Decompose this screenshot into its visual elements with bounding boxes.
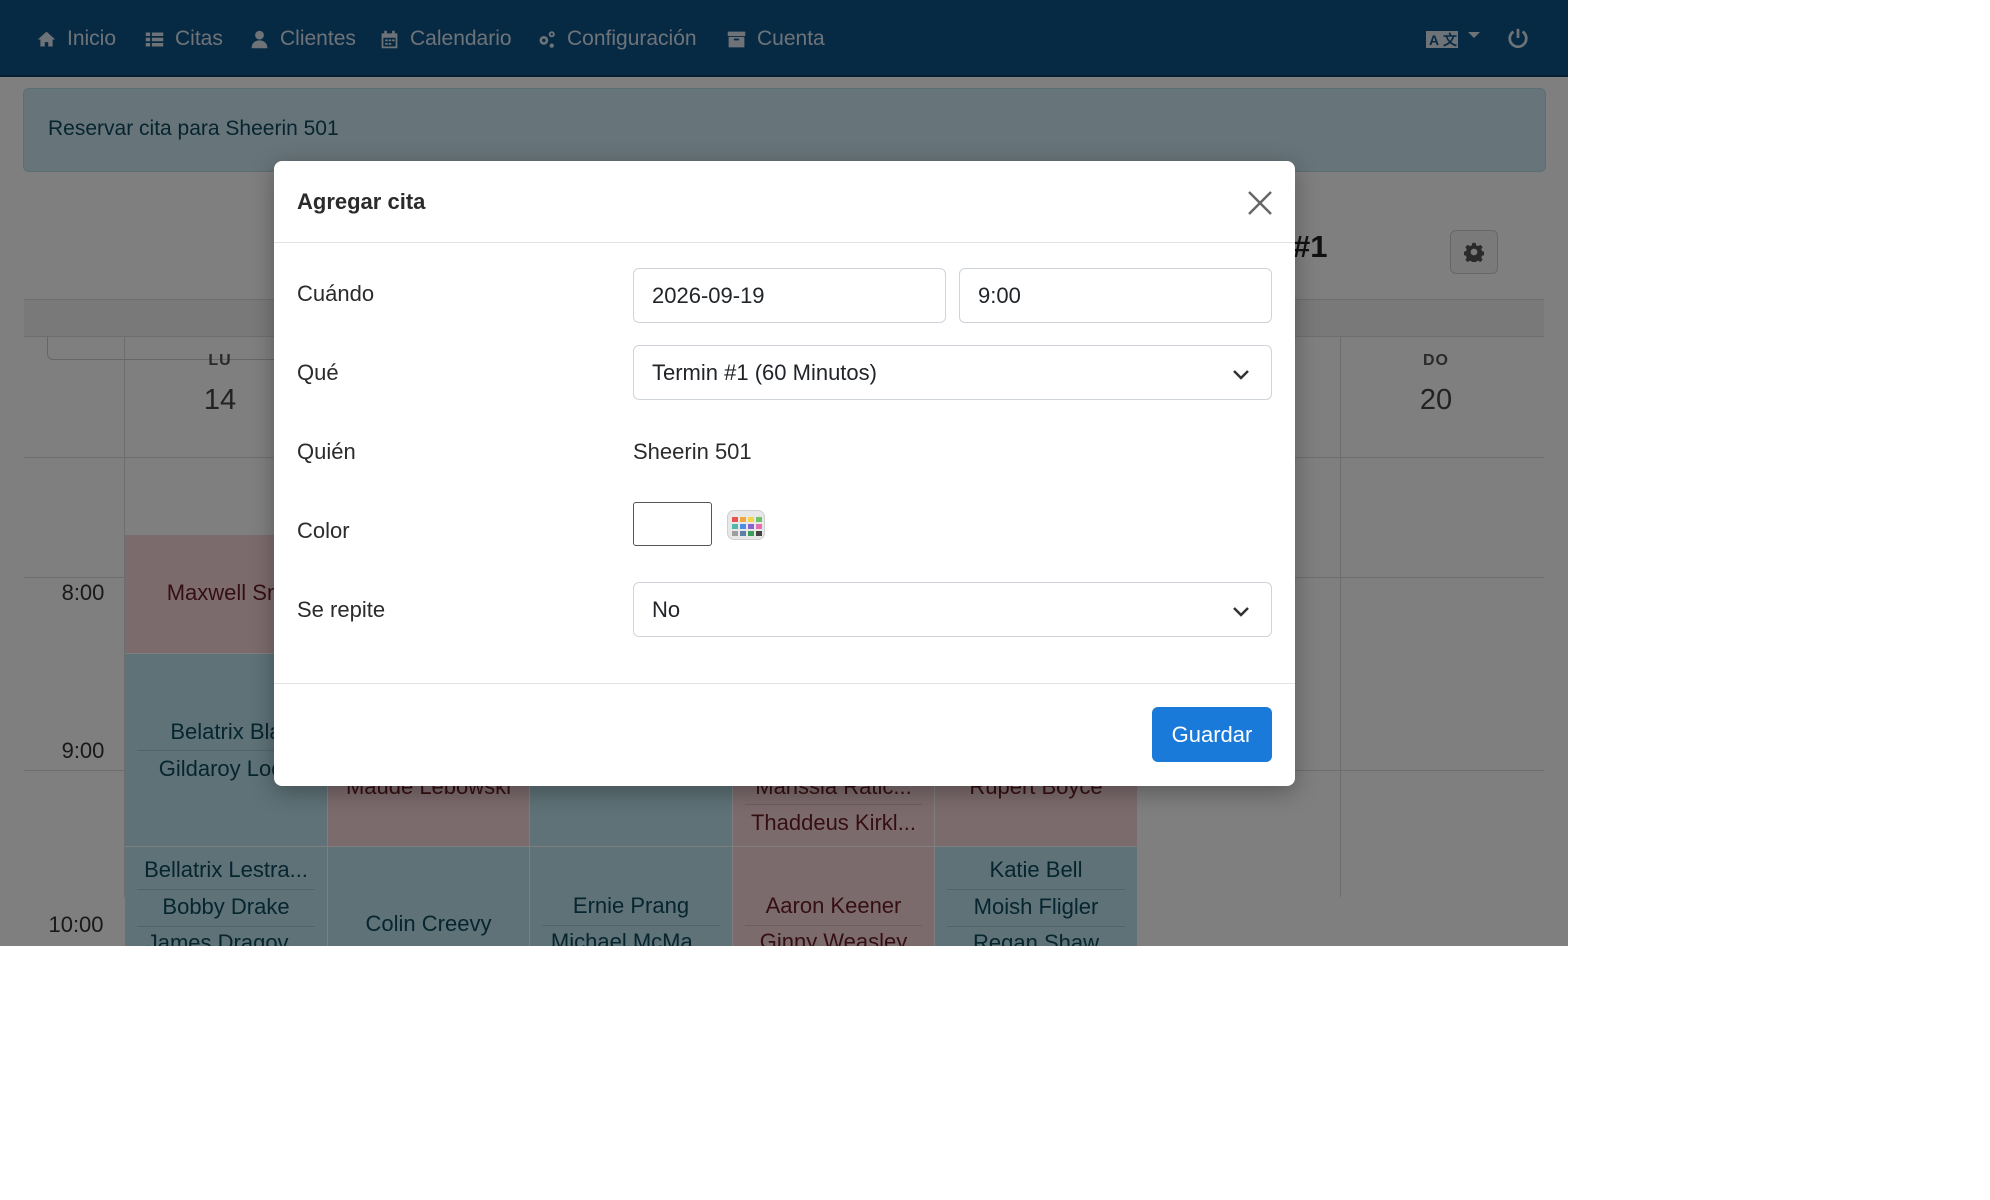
- add-appointment-modal: Agregar cita Cuándo 2026-09-19 9:00 Qué …: [274, 161, 1295, 786]
- modal-footer-divider: [274, 683, 1295, 684]
- repeat-select[interactable]: No: [633, 582, 1272, 637]
- save-button[interactable]: Guardar: [1152, 707, 1272, 762]
- color-input[interactable]: [633, 502, 712, 546]
- what-label: Qué: [297, 360, 339, 385]
- modal-header-divider: [274, 242, 1295, 243]
- service-select-value: Termin #1 (60 Minutos): [652, 359, 877, 385]
- color-palette-icon[interactable]: [727, 510, 765, 540]
- when-label: Cuándo: [297, 281, 375, 306]
- close-icon: [1248, 191, 1272, 215]
- date-input[interactable]: 2026-09-19: [633, 268, 946, 323]
- service-select[interactable]: Termin #1 (60 Minutos): [633, 345, 1272, 400]
- color-label: Color: [297, 518, 350, 543]
- chevron-down-icon: [1231, 601, 1251, 619]
- who-value: Sheerin 501: [633, 439, 752, 464]
- repeat-select-value: No: [652, 596, 681, 622]
- chevron-down-icon: [1231, 364, 1251, 382]
- who-label: Quién: [297, 439, 356, 464]
- time-input[interactable]: 9:00: [959, 268, 1272, 323]
- repeat-label: Se repite: [297, 597, 386, 622]
- close-button[interactable]: [1244, 187, 1276, 219]
- modal-title: Agregar cita: [297, 189, 426, 214]
